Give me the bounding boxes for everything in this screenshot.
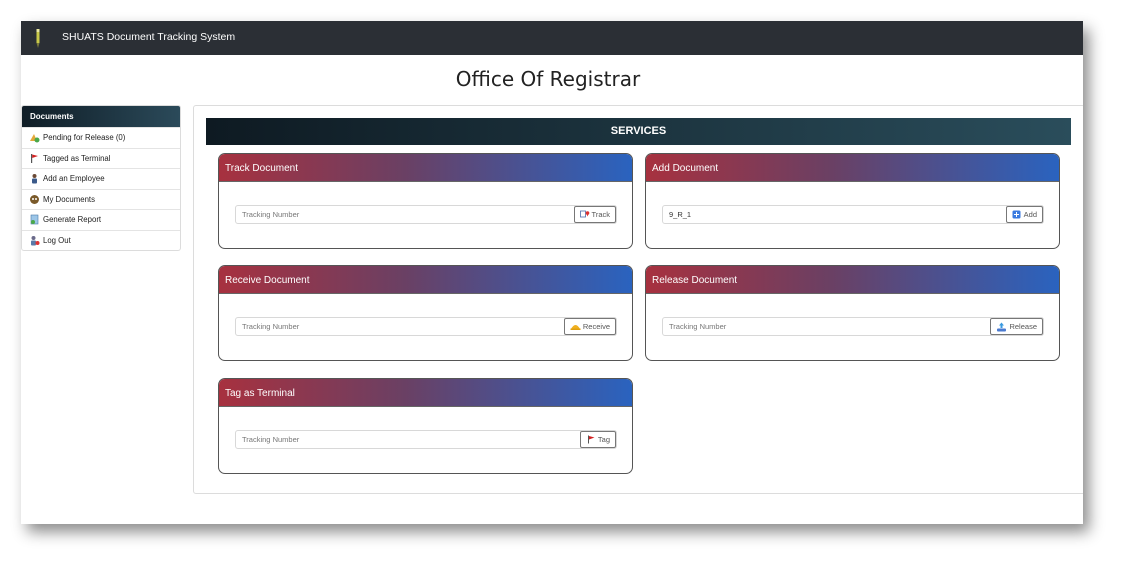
tag-input-group: Tag <box>235 430 617 449</box>
sidebar-item-label: Pending for Release (0) <box>43 133 126 143</box>
track-button[interactable]: Track <box>573 206 616 223</box>
card-title: Tag as Terminal <box>219 379 632 407</box>
tracking-number-input[interactable] <box>663 318 991 335</box>
release-input-group: Release <box>662 317 1044 336</box>
receive-input-group: Receive <box>235 317 617 336</box>
employee-icon <box>29 173 40 184</box>
receive-button[interactable]: Receive <box>563 318 616 335</box>
sidebar: Documents Pending for Release (0) Tagged… <box>21 105 181 251</box>
tag-button[interactable]: Tag <box>579 431 616 448</box>
add-icon <box>1012 210 1021 219</box>
add-document-card: Add Document Add <box>645 153 1060 249</box>
card-title: Release Document <box>646 266 1059 294</box>
add-button-label: Add <box>1023 210 1037 219</box>
pending-icon <box>29 132 40 143</box>
flag-icon <box>587 435 595 444</box>
tracking-number-input[interactable] <box>236 318 564 335</box>
sidebar-item-tagged-terminal[interactable]: Tagged as Terminal <box>22 147 180 169</box>
release-document-card: Release Document Release <box>645 265 1060 361</box>
sidebar-item-generate-report[interactable]: Generate Report <box>22 209 180 230</box>
page-title: Office Of Registrar <box>455 67 641 91</box>
tag-terminal-card: Tag as Terminal Tag <box>218 378 633 474</box>
sidebar-item-my-documents[interactable]: My Documents <box>22 188 180 210</box>
add-button[interactable]: Add <box>1005 206 1043 223</box>
track-button-label: Track <box>591 210 610 219</box>
track-document-card: Track Document Track <box>218 153 633 249</box>
document-number-input[interactable] <box>663 206 1006 223</box>
sidebar-item-label: Add an Employee <box>43 174 105 184</box>
release-button[interactable]: Release <box>990 318 1043 335</box>
sidebar-item-log-out[interactable]: Log Out <box>22 229 180 251</box>
track-input-group: Track <box>235 205 617 224</box>
sidebar-item-label: Tagged as Terminal <box>43 153 111 163</box>
release-button-label: Release <box>1009 322 1037 331</box>
sidebar-item-label: Log Out <box>43 235 71 245</box>
report-icon <box>29 214 40 225</box>
add-input-group: Add <box>662 205 1044 224</box>
tag-button-label: Tag <box>597 435 610 444</box>
card-title: Receive Document <box>219 266 632 294</box>
card-title: Track Document <box>219 154 632 182</box>
main-panel: SERVICES Track Document Track Add Docume… <box>193 105 1083 494</box>
release-icon <box>997 322 1007 331</box>
app-window: SHUATS Document Tracking System Office O… <box>21 21 1083 524</box>
receive-icon <box>570 325 581 330</box>
receive-button-label: Receive <box>582 322 610 331</box>
sidebar-item-add-employee[interactable]: Add an Employee <box>22 168 180 189</box>
app-title[interactable]: SHUATS Document Tracking System <box>62 31 235 43</box>
track-icon <box>579 210 589 218</box>
sidebar-header: Documents <box>22 106 180 127</box>
top-navbar: SHUATS Document Tracking System <box>21 21 1083 55</box>
sidebar-item-pending-release[interactable]: Pending for Release (0) <box>22 127 180 148</box>
card-title: Add Document <box>646 154 1059 182</box>
services-heading: SERVICES <box>206 118 1071 145</box>
receive-document-card: Receive Document Receive <box>218 265 633 361</box>
sidebar-item-label: Generate Report <box>43 215 102 225</box>
logout-icon <box>29 235 40 246</box>
tracking-number-input[interactable] <box>236 431 580 448</box>
flag-icon <box>29 153 40 164</box>
pen-icon[interactable] <box>33 28 43 49</box>
documents-icon <box>29 194 40 205</box>
tracking-number-input[interactable] <box>236 206 574 223</box>
sidebar-item-label: My Documents <box>43 194 95 204</box>
